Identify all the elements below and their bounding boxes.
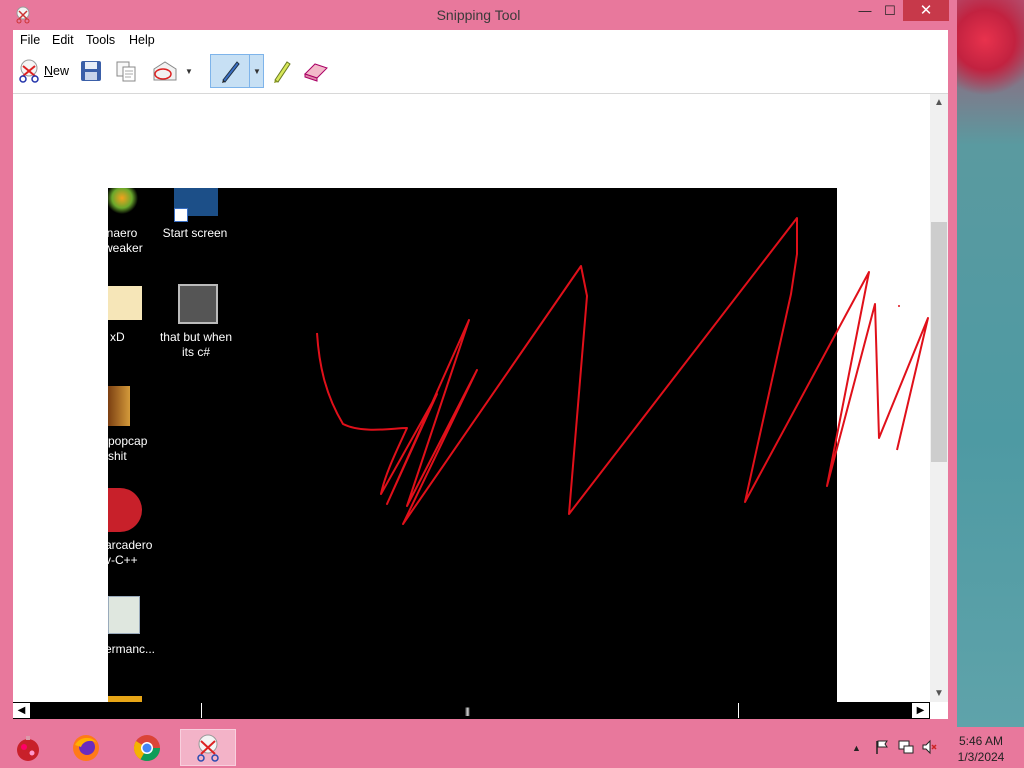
app-menu-icon: [17, 735, 39, 761]
eraser-icon: [304, 63, 328, 82]
menu-edit[interactable]: Edit: [52, 33, 74, 47]
title-bar[interactable]: Snipping Tool — ☐ ✕: [0, 0, 957, 30]
action-center-flag-icon[interactable]: [874, 739, 890, 758]
send-snip-icon: [153, 61, 177, 81]
system-clock[interactable]: 5:46 AM 1/3/2024: [946, 733, 1016, 765]
pen-divider: [249, 54, 250, 88]
highlighter-icon: [274, 61, 291, 83]
show-hidden-icons-arrow-icon[interactable]: ▲: [852, 743, 861, 753]
copy-icon: [116, 61, 136, 82]
minimize-button[interactable]: —: [852, 0, 878, 21]
save-button[interactable]: [79, 56, 103, 86]
clock-time: 5:46 AM: [958, 734, 1004, 748]
close-button[interactable]: ✕: [903, 0, 949, 21]
chrome-icon: [133, 734, 161, 761]
copy-button[interactable]: [114, 56, 138, 86]
pen-dropdown[interactable]: ▼: [253, 56, 261, 86]
scroll-right-arrow-icon[interactable]: ▶: [912, 703, 929, 718]
new-snip-icon: [19, 59, 39, 83]
taskbar: ▲ 5:46 AM 1/3/2024: [0, 727, 1024, 768]
menu-bar: File Edit Tools Help: [13, 30, 948, 51]
toolbar: New ▼ ▼: [13, 51, 948, 94]
menu-help[interactable]: Help: [129, 33, 155, 47]
horizontal-scrollbar[interactable]: ◀ ||| ▶: [13, 702, 931, 719]
pen-icon: [222, 61, 240, 83]
scroll-down-arrow-icon[interactable]: ▼: [930, 685, 948, 702]
vertical-scroll-thumb[interactable]: [931, 222, 947, 462]
taskbar-snipping-tool[interactable]: [180, 729, 236, 766]
window-title: Snipping Tool: [436, 7, 521, 23]
highlighter-button[interactable]: [271, 56, 293, 86]
vertical-scrollbar[interactable]: ▲ ▼: [930, 94, 948, 702]
pen-button[interactable]: [218, 56, 242, 86]
snipping-tool-window: Snipping Tool — ☐ ✕ File Edit Tools Help…: [0, 0, 957, 727]
snipping-tool-icon: [197, 734, 219, 762]
firefox-icon: [73, 734, 99, 761]
taskbar-app-menu[interactable]: [0, 729, 56, 766]
scroll-corner: [930, 702, 948, 719]
menu-tools[interactable]: Tools: [86, 33, 115, 47]
volume-muted-icon[interactable]: [921, 739, 937, 758]
scroll-left-arrow-icon[interactable]: ◀: [13, 703, 30, 718]
send-dropdown-arrow-icon[interactable]: ▼: [185, 67, 193, 76]
pen-ink-annotation: [316, 217, 929, 525]
send-snip-button[interactable]: ▼: [151, 56, 193, 86]
pen-dropdown-arrow-icon: ▼: [253, 66, 261, 76]
desktop-background: [955, 0, 1024, 727]
scroll-up-arrow-icon[interactable]: ▲: [930, 94, 948, 111]
horizontal-scroll-thumb[interactable]: |||: [201, 703, 739, 718]
client-area: File Edit Tools Help New ▼ ▼ naero weake…: [13, 30, 948, 719]
snip-canvas[interactable]: inaero weaker Start screen xD that but w…: [13, 94, 931, 702]
grip-icon: |||: [465, 706, 470, 716]
save-icon: [81, 61, 101, 81]
menu-file[interactable]: File: [20, 33, 40, 47]
eraser-button[interactable]: [302, 56, 330, 86]
taskbar-chrome[interactable]: [119, 729, 175, 766]
clock-date: 1/3/2024: [957, 750, 1005, 764]
new-label: New: [44, 64, 70, 78]
new-snip-button[interactable]: New: [16, 56, 69, 86]
taskbar-firefox[interactable]: [58, 729, 114, 766]
maximize-button[interactable]: ☐: [877, 0, 903, 21]
network-icon[interactable]: [898, 739, 914, 758]
